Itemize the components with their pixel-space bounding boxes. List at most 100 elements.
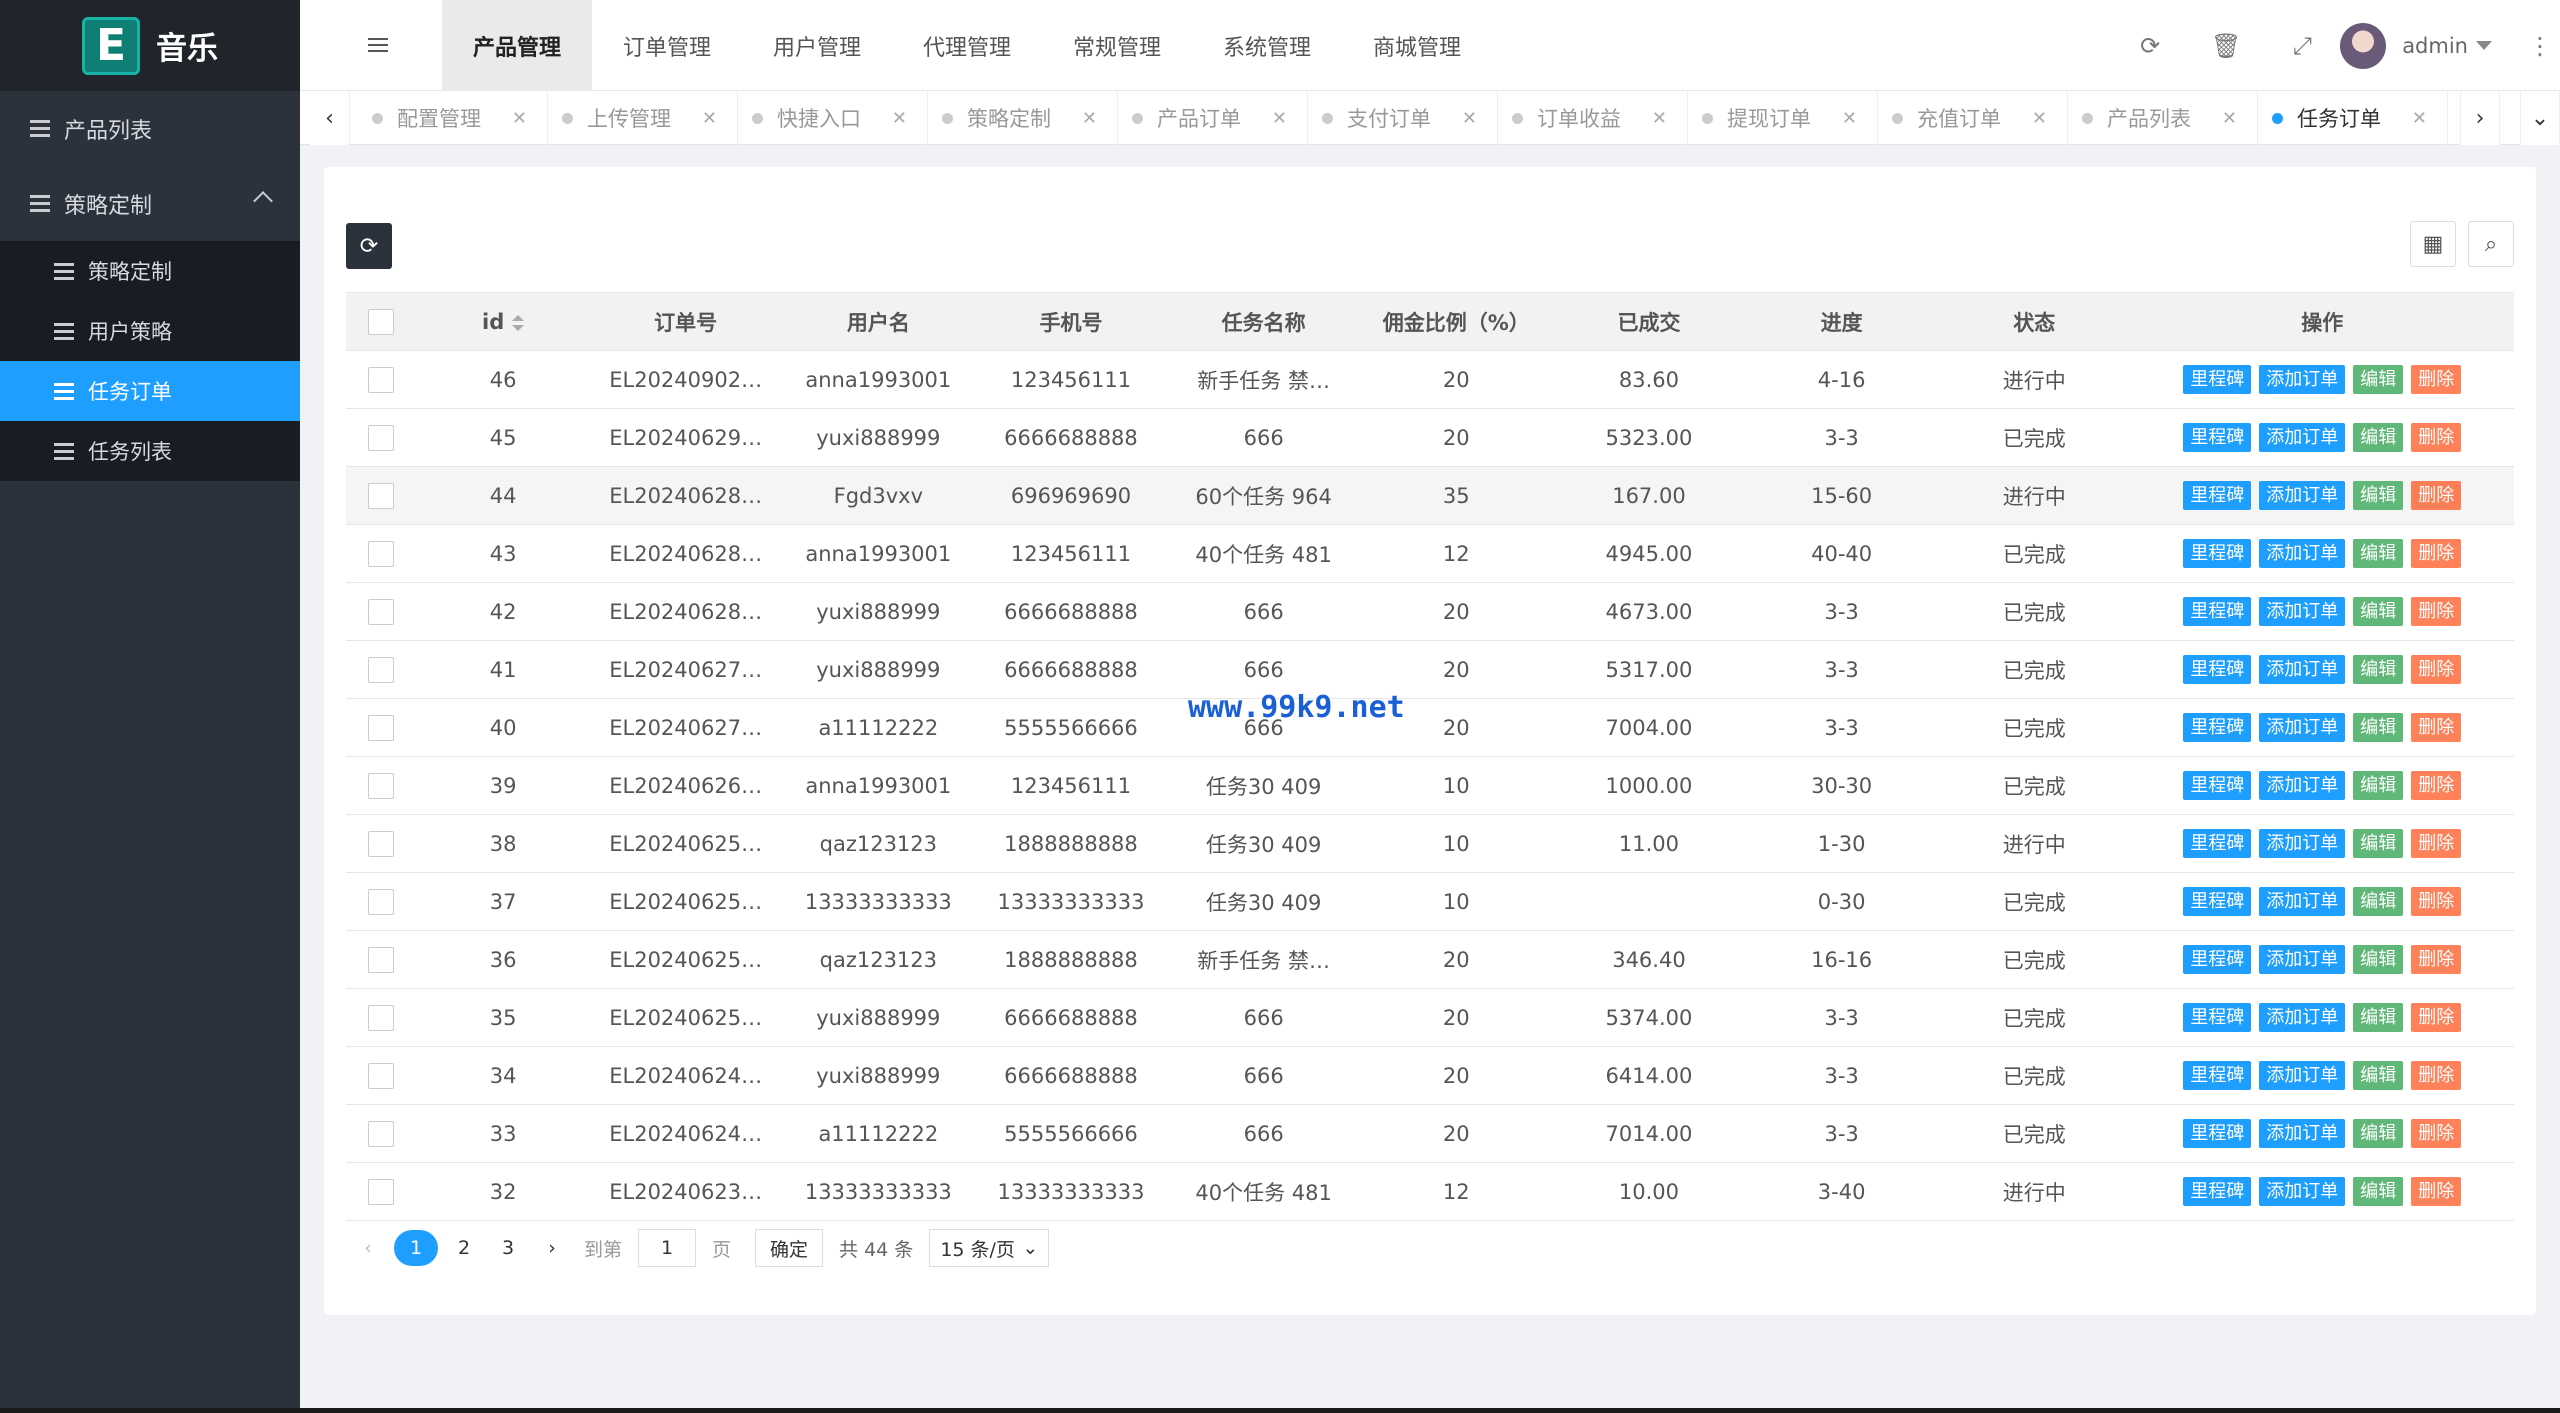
add-order-button[interactable]: 添加订单: [2259, 945, 2346, 974]
row-select-cell[interactable]: [346, 698, 417, 757]
sort-icon[interactable]: [512, 314, 525, 331]
add-order-button[interactable]: 添加订单: [2259, 597, 2346, 626]
milestone-button[interactable]: 里程碑: [2183, 887, 2252, 916]
add-order-button[interactable]: 添加订单: [2259, 365, 2346, 394]
row-select-cell[interactable]: [346, 988, 417, 1047]
page-size-select[interactable]: 15 条/页 ⌄: [929, 1229, 1050, 1267]
row-select-cell[interactable]: [346, 408, 417, 467]
delete-button[interactable]: 删除: [2411, 1177, 2462, 1206]
more-vertical-icon[interactable]: ⋮: [2520, 32, 2560, 60]
close-icon[interactable]: ✕: [1842, 108, 1857, 129]
tab-strategy[interactable]: 策略定制 ✕: [928, 91, 1118, 145]
nav-product[interactable]: 产品管理: [442, 0, 592, 91]
milestone-button[interactable]: 里程碑: [2183, 423, 2252, 452]
sidebar-subitem-strategy[interactable]: 策略定制: [0, 241, 300, 301]
row-checkbox[interactable]: [368, 482, 395, 509]
row-checkbox[interactable]: [368, 714, 395, 741]
prev-page-icon[interactable]: ‹: [346, 1228, 390, 1268]
row-checkbox[interactable]: [368, 772, 395, 799]
delete-button[interactable]: 删除: [2411, 597, 2462, 626]
nav-order[interactable]: 订单管理: [592, 0, 742, 91]
sidebar-subitem-user-strategy[interactable]: 用户策略: [0, 301, 300, 361]
delete-button[interactable]: 删除: [2411, 829, 2462, 858]
close-icon[interactable]: ✕: [2032, 108, 2047, 129]
columns-icon[interactable]: ▦: [2410, 221, 2456, 267]
milestone-button[interactable]: 里程碑: [2183, 1061, 2252, 1090]
edit-button[interactable]: 编辑: [2353, 655, 2404, 684]
row-checkbox[interactable]: [368, 424, 395, 451]
sidebar-subitem-task-orders[interactable]: 任务订单: [0, 361, 300, 421]
close-icon[interactable]: ✕: [1652, 108, 1667, 129]
row-select-cell[interactable]: [346, 756, 417, 815]
page-3[interactable]: 3: [486, 1228, 530, 1268]
delete-button[interactable]: 删除: [2411, 481, 2462, 510]
add-order-button[interactable]: 添加订单: [2259, 713, 2346, 742]
add-order-button[interactable]: 添加订单: [2259, 771, 2346, 800]
row-checkbox[interactable]: [368, 1178, 395, 1205]
row-select-cell[interactable]: [346, 1162, 417, 1221]
tab-product-order[interactable]: 产品订单 ✕: [1118, 91, 1308, 145]
delete-button[interactable]: 删除: [2411, 945, 2462, 974]
search-icon[interactable]: ⌕: [2468, 221, 2514, 267]
edit-button[interactable]: 编辑: [2353, 423, 2404, 452]
edit-button[interactable]: 编辑: [2353, 1003, 2404, 1032]
edit-button[interactable]: 编辑: [2353, 365, 2404, 394]
milestone-button[interactable]: 里程碑: [2183, 771, 2252, 800]
milestone-button[interactable]: 里程碑: [2183, 829, 2252, 858]
add-order-button[interactable]: 添加订单: [2259, 1119, 2346, 1148]
edit-button[interactable]: 编辑: [2353, 945, 2404, 974]
sidebar-subitem-task-list[interactable]: 任务列表: [0, 421, 300, 481]
row-select-cell[interactable]: [346, 466, 417, 525]
row-select-cell[interactable]: [346, 524, 417, 583]
page-1[interactable]: 1: [394, 1230, 438, 1266]
page-input[interactable]: 1: [638, 1229, 697, 1267]
row-checkbox[interactable]: [368, 946, 395, 973]
next-page-icon[interactable]: ›: [530, 1228, 574, 1268]
close-icon[interactable]: ✕: [1082, 108, 1097, 129]
trash-icon[interactable]: 🗑: [2188, 0, 2264, 91]
tab-shortcut[interactable]: 快捷入口 ✕: [738, 91, 928, 145]
col-id[interactable]: id: [416, 292, 590, 351]
edit-button[interactable]: 编辑: [2353, 1061, 2404, 1090]
add-order-button[interactable]: 添加订单: [2259, 655, 2346, 684]
fullscreen-icon[interactable]: ⤢: [2264, 0, 2340, 91]
nav-general[interactable]: 常规管理: [1042, 0, 1192, 91]
add-order-button[interactable]: 添加订单: [2259, 1061, 2346, 1090]
row-select-cell[interactable]: [346, 1046, 417, 1105]
page-2[interactable]: 2: [442, 1228, 486, 1268]
add-order-button[interactable]: 添加订单: [2259, 539, 2346, 568]
row-checkbox[interactable]: [368, 366, 395, 393]
chevron-down-icon[interactable]: [2476, 41, 2492, 50]
tabs-next-icon[interactable]: ›: [2460, 91, 2500, 145]
delete-button[interactable]: 删除: [2411, 1003, 2462, 1032]
add-order-button[interactable]: 添加订单: [2259, 887, 2346, 916]
nav-agent[interactable]: 代理管理: [892, 0, 1042, 91]
milestone-button[interactable]: 里程碑: [2183, 713, 2252, 742]
select-all-cell[interactable]: [346, 292, 417, 351]
nav-system[interactable]: 系统管理: [1192, 0, 1342, 91]
row-checkbox[interactable]: [368, 598, 395, 625]
add-order-button[interactable]: 添加订单: [2259, 423, 2346, 452]
row-checkbox[interactable]: [368, 1062, 395, 1089]
tabs-prev-icon[interactable]: ‹: [310, 91, 350, 145]
row-checkbox[interactable]: [368, 540, 395, 567]
milestone-button[interactable]: 里程碑: [2183, 365, 2252, 394]
delete-button[interactable]: 删除: [2411, 423, 2462, 452]
tab-config[interactable]: 配置管理 ✕: [358, 91, 548, 145]
tabs-menu-icon[interactable]: ⌄: [2520, 91, 2560, 145]
milestone-button[interactable]: 里程碑: [2183, 1119, 2252, 1148]
close-icon[interactable]: ✕: [2412, 108, 2427, 129]
row-select-cell[interactable]: [346, 582, 417, 641]
edit-button[interactable]: 编辑: [2353, 829, 2404, 858]
row-select-cell[interactable]: [346, 930, 417, 989]
row-checkbox[interactable]: [368, 656, 395, 683]
milestone-button[interactable]: 里程碑: [2183, 945, 2252, 974]
table-refresh-button[interactable]: ⟳: [346, 223, 392, 269]
row-select-cell[interactable]: [346, 640, 417, 699]
delete-button[interactable]: 删除: [2411, 713, 2462, 742]
edit-button[interactable]: 编辑: [2353, 1177, 2404, 1206]
row-select-cell[interactable]: [346, 350, 417, 409]
milestone-button[interactable]: 里程碑: [2183, 539, 2252, 568]
tab-upload[interactable]: 上传管理 ✕: [548, 91, 738, 145]
add-order-button[interactable]: 添加订单: [2259, 829, 2346, 858]
